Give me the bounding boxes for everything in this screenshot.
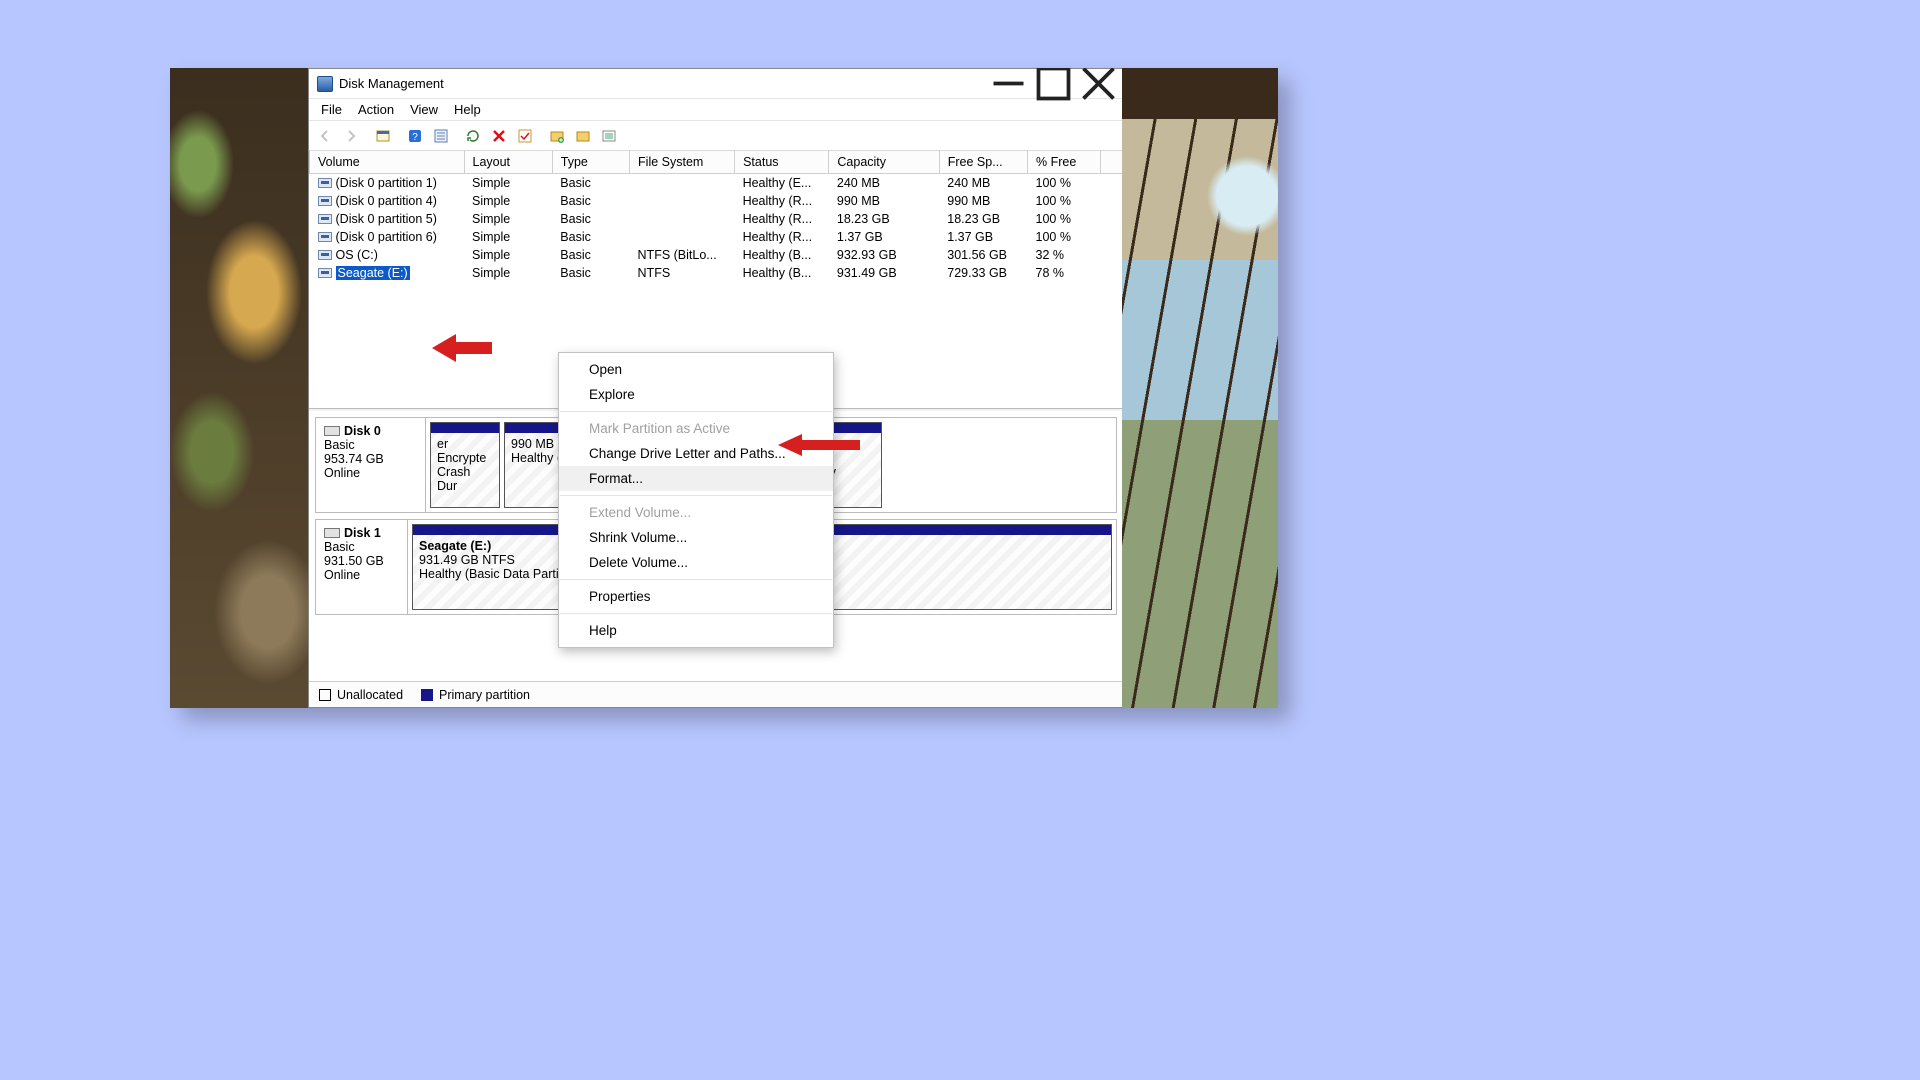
partition[interactable]: er EncrypteCrash Dur — [430, 422, 500, 508]
close-button[interactable] — [1076, 70, 1121, 98]
menu-item[interactable]: Properties — [559, 584, 833, 609]
screenshot-frame: Disk Management File Action View Help — [170, 68, 1278, 708]
column-header[interactable]: Capacity — [829, 151, 939, 174]
menu-help[interactable]: Help — [446, 100, 489, 119]
up-icon[interactable] — [371, 124, 395, 148]
window-title: Disk Management — [339, 76, 986, 91]
menu-item[interactable]: Delete Volume... — [559, 550, 833, 575]
table-row[interactable]: (Disk 0 partition 5)SimpleBasicHealthy (… — [310, 210, 1123, 228]
delete-icon[interactable] — [487, 124, 511, 148]
context-menu: OpenExplore Mark Partition as ActiveChang… — [558, 352, 834, 648]
column-header[interactable]: Type — [552, 151, 629, 174]
disk-header[interactable]: Disk 1Basic931.50 GBOnline — [316, 520, 408, 614]
maximize-button[interactable] — [1031, 70, 1076, 98]
table-row[interactable]: Seagate (E:)SimpleBasicNTFSHealthy (B...… — [310, 264, 1123, 282]
back-icon[interactable] — [313, 124, 337, 148]
column-header[interactable]: % Free — [1028, 151, 1101, 174]
legend-primary: Primary partition — [421, 688, 530, 702]
volume-icon — [318, 268, 332, 278]
open-folder-icon[interactable] — [571, 124, 595, 148]
column-header[interactable]: Volume — [310, 151, 465, 174]
menu-item: Mark Partition as Active — [559, 416, 833, 441]
window-controls — [986, 70, 1121, 98]
new-folder-icon[interactable] — [545, 124, 569, 148]
volume-icon — [318, 250, 332, 260]
check-icon[interactable] — [513, 124, 537, 148]
column-header[interactable]: Layout — [464, 151, 552, 174]
toolbar: ? — [309, 121, 1123, 151]
forward-icon[interactable] — [339, 124, 363, 148]
menubar: File Action View Help — [309, 99, 1123, 121]
column-header[interactable]: File System — [630, 151, 735, 174]
column-header[interactable]: Status — [735, 151, 829, 174]
table-row[interactable]: (Disk 0 partition 1)SimpleBasicHealthy (… — [310, 174, 1123, 193]
volume-icon — [318, 196, 332, 206]
titlebar: Disk Management — [309, 69, 1123, 99]
menu-item[interactable]: Help — [559, 618, 833, 643]
properties-icon[interactable] — [429, 124, 453, 148]
disk-icon — [324, 426, 340, 436]
menu-item: Extend Volume... — [559, 500, 833, 525]
volume-icon — [318, 214, 332, 224]
column-header[interactable]: Free Sp... — [939, 151, 1027, 174]
disk-icon — [324, 528, 340, 538]
help-icon[interactable]: ? — [403, 124, 427, 148]
list-icon[interactable] — [597, 124, 621, 148]
volume-icon — [318, 232, 332, 242]
menu-item[interactable]: Format... — [559, 466, 833, 491]
disk-header[interactable]: Disk 0Basic953.74 GBOnline — [316, 418, 426, 512]
app-icon — [317, 76, 333, 92]
table-row[interactable]: OS (C:)SimpleBasicNTFS (BitLo...Healthy … — [310, 246, 1123, 264]
table-row[interactable]: (Disk 0 partition 6)SimpleBasicHealthy (… — [310, 228, 1123, 246]
menu-item[interactable]: Change Drive Letter and Paths... — [559, 441, 833, 466]
menu-file[interactable]: File — [313, 100, 350, 119]
menu-item[interactable]: Explore — [559, 382, 833, 407]
minimize-button[interactable] — [986, 70, 1031, 98]
svg-text:?: ? — [412, 132, 418, 143]
menu-action[interactable]: Action — [350, 100, 402, 119]
menu-item[interactable]: Shrink Volume... — [559, 525, 833, 550]
menu-item[interactable]: Open — [559, 357, 833, 382]
legend: Unallocated Primary partition — [309, 681, 1123, 707]
volume-icon — [318, 178, 332, 188]
refresh-icon[interactable] — [461, 124, 485, 148]
legend-unallocated: Unallocated — [319, 688, 403, 702]
menu-view[interactable]: View — [402, 100, 446, 119]
table-row[interactable]: (Disk 0 partition 4)SimpleBasicHealthy (… — [310, 192, 1123, 210]
